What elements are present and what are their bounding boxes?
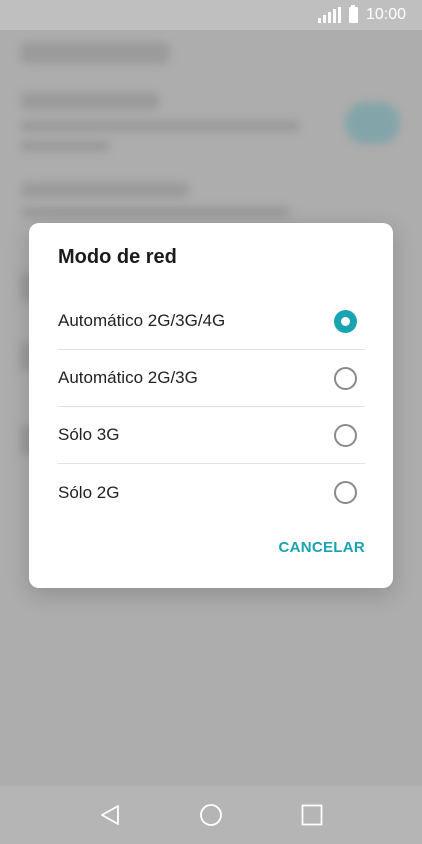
recents-icon[interactable]	[292, 795, 332, 835]
status-bar: 10:00	[0, 0, 422, 30]
radio-unselected-icon[interactable]	[334, 366, 357, 390]
option-3g-only[interactable]: Sólo 3G	[58, 407, 365, 464]
option-auto-2g-3g[interactable]: Automático 2G/3G	[58, 350, 365, 407]
option-2g-only[interactable]: Sólo 2G	[58, 464, 365, 521]
dialog-title: Modo de red	[58, 246, 177, 268]
network-mode-options: Automático 2G/3G/4G Automático 2G/3G Sól…	[58, 293, 365, 521]
option-label: Automático 2G/3G	[58, 368, 198, 387]
radio-selected-icon[interactable]	[334, 309, 357, 333]
cancel-button[interactable]: CANCELAR	[278, 539, 365, 556]
signal-icon	[317, 7, 341, 23]
option-auto-2g-3g-4g[interactable]: Automático 2G/3G/4G	[58, 293, 365, 350]
radio-unselected-icon[interactable]	[334, 481, 357, 504]
option-label: Automático 2G/3G/4G	[58, 311, 226, 330]
status-time: 10:00	[365, 6, 406, 23]
navigation-bar	[0, 786, 422, 844]
home-icon[interactable]	[191, 795, 231, 835]
back-icon[interactable]	[90, 795, 130, 835]
option-label: Sólo 2G	[58, 482, 120, 502]
battery-icon	[348, 5, 358, 23]
network-mode-dialog: Modo de red Automático 2G/3G/4G Automáti…	[29, 223, 393, 588]
option-label: Sólo 3G	[58, 425, 120, 444]
radio-unselected-icon[interactable]	[334, 423, 357, 447]
